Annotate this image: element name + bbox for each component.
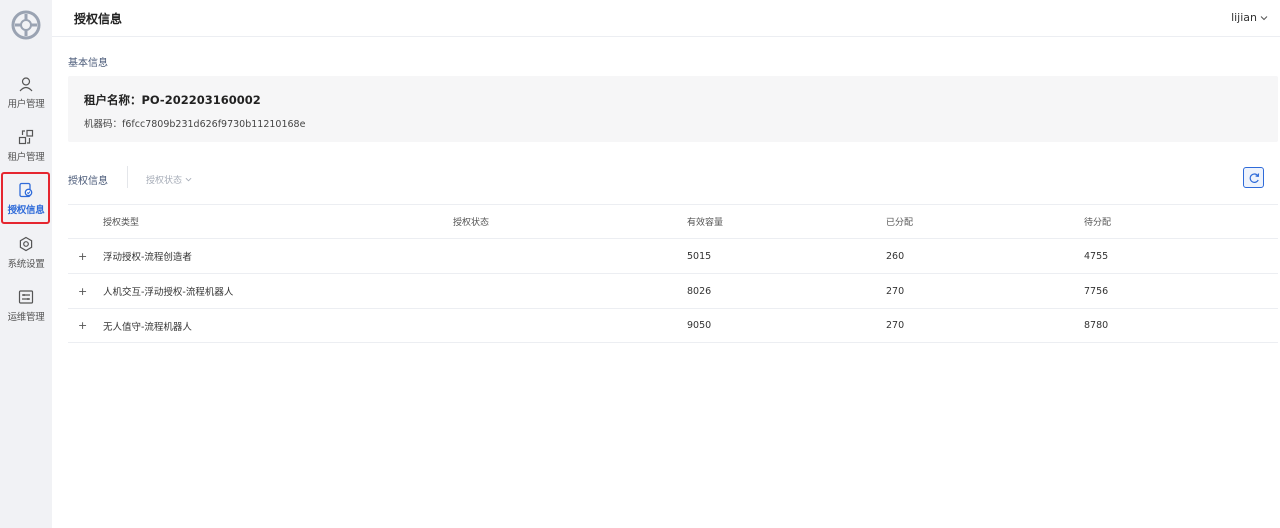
license-table: 授权类型 授权状态 有效容量 已分配 待分配 + 浮动授权-流程创造者 5015… bbox=[68, 204, 1278, 343]
cell-capacity: 5015 bbox=[687, 250, 712, 262]
cell-capacity: 9050 bbox=[687, 320, 712, 331]
cell-assigned: 260 bbox=[886, 250, 905, 262]
app-logo-icon[interactable] bbox=[11, 10, 41, 40]
page-title: 授权信息 bbox=[74, 12, 123, 26]
cell-assigned: 270 bbox=[886, 285, 905, 297]
chevron-down-icon bbox=[185, 177, 192, 182]
machine-code-value: f6fcc7809b231d626f9730b11210168e bbox=[122, 119, 306, 130]
basic-info-card: 租户名称：PO-202203160002 机器码：f6fcc7809b231d6… bbox=[68, 76, 1278, 142]
machine-code-label: 机器码： bbox=[84, 119, 123, 130]
tenant-name-label: 租户名称： bbox=[84, 93, 142, 107]
sidebar-item-label: 租户管理 bbox=[7, 152, 45, 163]
user-menu[interactable]: lijian bbox=[1231, 11, 1268, 24]
sidebar-item-ops-management[interactable]: 运维管理 bbox=[0, 287, 52, 335]
cell-pending: 8780 bbox=[1084, 320, 1109, 331]
cell-pending: 7756 bbox=[1084, 285, 1109, 297]
sidebar-item-tenant-management[interactable]: 租户管理 bbox=[0, 127, 52, 175]
table-row: + 人机交互-浮动授权-流程机器人 8026 270 7756 bbox=[68, 273, 1278, 308]
chevron-down-icon bbox=[1260, 15, 1268, 20]
cell-assigned: 270 bbox=[886, 320, 905, 331]
ops-icon bbox=[18, 290, 34, 304]
license-section-label: 授权信息 bbox=[68, 176, 108, 187]
cell-type: 人机交互-浮动授权-流程机器人 bbox=[103, 287, 234, 298]
table-header: 授权类型 授权状态 有效容量 已分配 待分配 bbox=[68, 204, 1278, 238]
basic-info-label: 基本信息 bbox=[68, 58, 108, 69]
refresh-icon bbox=[1249, 172, 1259, 183]
expand-row-icon[interactable]: + bbox=[78, 239, 87, 273]
cell-type: 浮动授权-流程创造者 bbox=[103, 252, 192, 263]
cell-type: 无人值守-流程机器人 bbox=[103, 321, 192, 333]
sidebar-item-system-settings[interactable]: 系统设置 bbox=[0, 234, 52, 282]
column-header-type: 授权类型 bbox=[103, 218, 140, 228]
sidebar-item-label: 用户管理 bbox=[7, 99, 45, 110]
settings-icon bbox=[19, 236, 33, 252]
column-header-pending: 待分配 bbox=[1084, 218, 1112, 228]
table-row: + 浮动授权-流程创造者 5015 260 4755 bbox=[68, 238, 1278, 273]
sidebar-item-label: 运维管理 bbox=[7, 312, 45, 323]
tenant-name: 租户名称：PO-202203160002 bbox=[84, 92, 261, 108]
top-header: 授权信息 lijian bbox=[52, 0, 1280, 37]
sidebar: 用户管理 租户管理 授权信息 系统设置 运维管理 bbox=[0, 0, 52, 528]
user-name: lijian bbox=[1231, 11, 1257, 24]
machine-code: 机器码：f6fcc7809b231d626f9730b11210168e bbox=[84, 116, 305, 130]
refresh-button[interactable] bbox=[1243, 167, 1264, 188]
expand-row-icon[interactable]: + bbox=[78, 274, 87, 308]
tenant-icon bbox=[18, 129, 34, 145]
sidebar-item-license-info[interactable]: 授权信息 bbox=[0, 180, 52, 228]
column-header-capacity: 有效容量 bbox=[687, 218, 724, 228]
table-row: + 无人值守-流程机器人 9050 270 8780 bbox=[68, 308, 1278, 343]
license-icon bbox=[19, 182, 33, 198]
sidebar-item-label: 系统设置 bbox=[7, 259, 45, 270]
cell-capacity: 8026 bbox=[687, 285, 712, 297]
tenant-name-value: PO-202203160002 bbox=[141, 93, 261, 107]
toolbar-divider bbox=[127, 166, 128, 188]
sidebar-item-user-management[interactable]: 用户管理 bbox=[0, 74, 52, 122]
status-filter-label: 授权状态 bbox=[146, 176, 183, 186]
column-header-status: 授权状态 bbox=[453, 218, 490, 228]
user-icon bbox=[19, 77, 33, 92]
column-header-assigned: 已分配 bbox=[886, 218, 914, 228]
cell-pending: 4755 bbox=[1084, 250, 1109, 262]
expand-row-icon[interactable]: + bbox=[78, 309, 87, 342]
sidebar-item-label: 授权信息 bbox=[7, 205, 45, 216]
license-status-filter[interactable]: 授权状态 bbox=[146, 173, 192, 186]
